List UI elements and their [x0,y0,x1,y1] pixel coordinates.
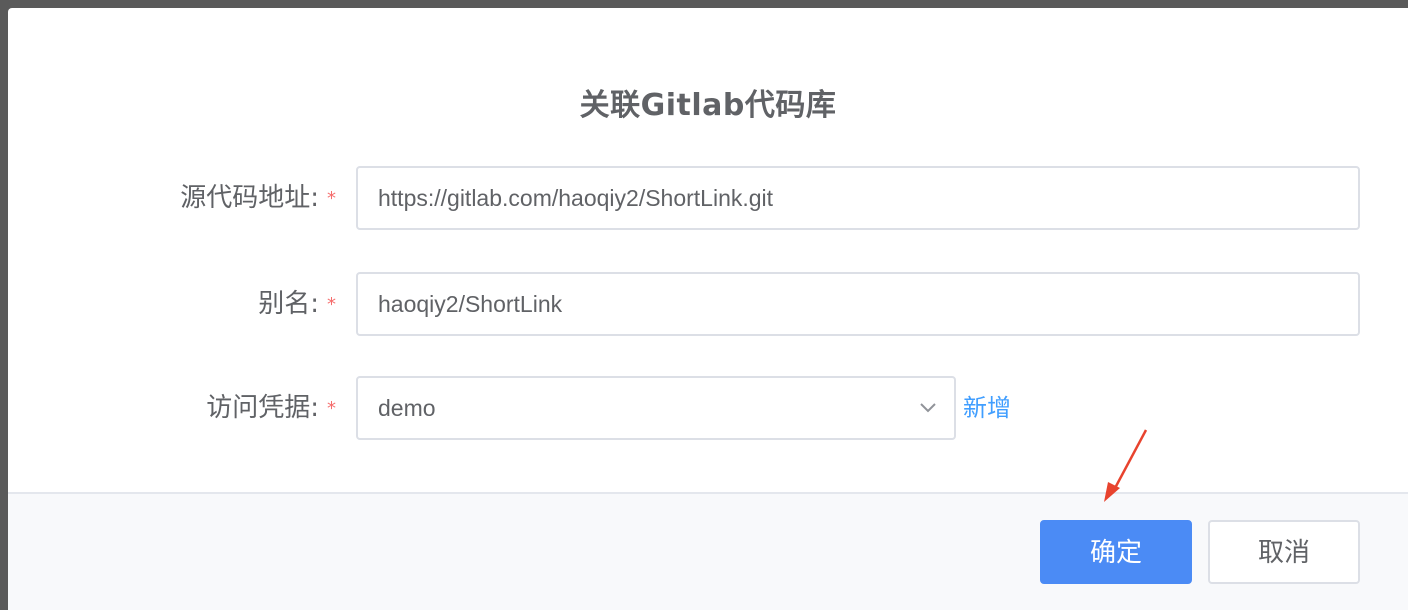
link-gitlab-dialog: 关联Gitlab代码库 源代码地址: * https://gitlab.com/h… [8,8,1408,610]
credential-select[interactable]: demo [356,376,956,440]
alias-input[interactable]: haoqiy2/ShortLink [356,272,1360,336]
required-mark: * [327,188,336,209]
credential-label: 访问凭据: * [206,376,336,440]
confirm-button[interactable]: 确定 [1040,520,1192,584]
alias-label: 别名: * [258,272,336,336]
alias-label-text: 别名: [258,289,319,319]
credential-selected-value: demo [378,395,436,421]
dialog-footer: 确定 取消 [8,492,1408,610]
dialog-title: 关联Gitlab代码库 [579,88,837,123]
source-url-label: 源代码地址: * [180,166,336,230]
source-url-input[interactable]: https://gitlab.com/haoqiy2/ShortLink.git [356,166,1360,230]
red-arrow-annotation-icon [1104,429,1148,502]
add-credential-link[interactable]: 新增 [963,376,1011,440]
source-url-label-text: 源代码地址: [180,183,319,213]
form-row-alias: 别名: * haoqiy2/ShortLink [8,272,1408,336]
chevron-down-icon[interactable] [920,400,936,416]
form-row-credential: 访问凭据: * demo 新增 [8,376,1408,440]
required-mark: * [327,294,336,315]
required-mark: * [327,398,336,419]
credential-label-text: 访问凭据: [206,393,319,423]
form-row-source-url: 源代码地址: * https://gitlab.com/haoqiy2/Short… [8,166,1408,230]
cancel-button[interactable]: 取消 [1208,520,1360,584]
